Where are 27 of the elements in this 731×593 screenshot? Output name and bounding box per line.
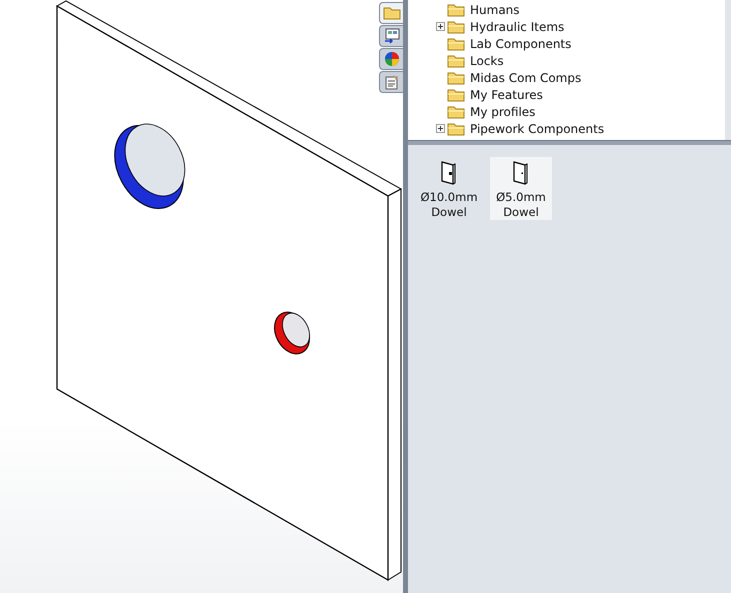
library-item[interactable]: Ø5.0mm Dowel [490,157,552,220]
library-item[interactable]: Ø10.0mm Dowel [418,157,480,220]
clipboard-icon [384,74,400,90]
expand-icon[interactable] [436,22,445,31]
folder-icon [447,36,465,50]
folder-icon [447,104,465,118]
folder-icon [382,6,400,20]
appearance-ball-icon [384,51,400,67]
tree-item[interactable]: Humans [470,0,520,18]
tree-item[interactable]: Locks [470,52,504,70]
folder-icon [447,54,465,68]
tree-item[interactable]: Pipework Components [470,120,604,138]
library-icon [384,28,400,44]
folder-icon [447,70,465,84]
tree-item[interactable]: Hydraulic Items [470,18,564,36]
tree-item[interactable]: Midas Com Comps [470,68,582,86]
task-pane-tab[interactable] [379,71,403,93]
tree-item[interactable]: My Features [470,86,543,104]
expand-icon[interactable] [436,124,445,133]
task-pane-tab[interactable] [379,48,403,70]
task-pane-tab[interactable] [379,25,403,47]
tree-item[interactable]: My profiles [470,102,536,120]
folder-icon [447,2,465,16]
tree-item[interactable]: Lab Components [470,34,572,52]
folder-icon [447,20,465,34]
folder-icon [447,88,465,102]
folder-icon [447,122,465,136]
